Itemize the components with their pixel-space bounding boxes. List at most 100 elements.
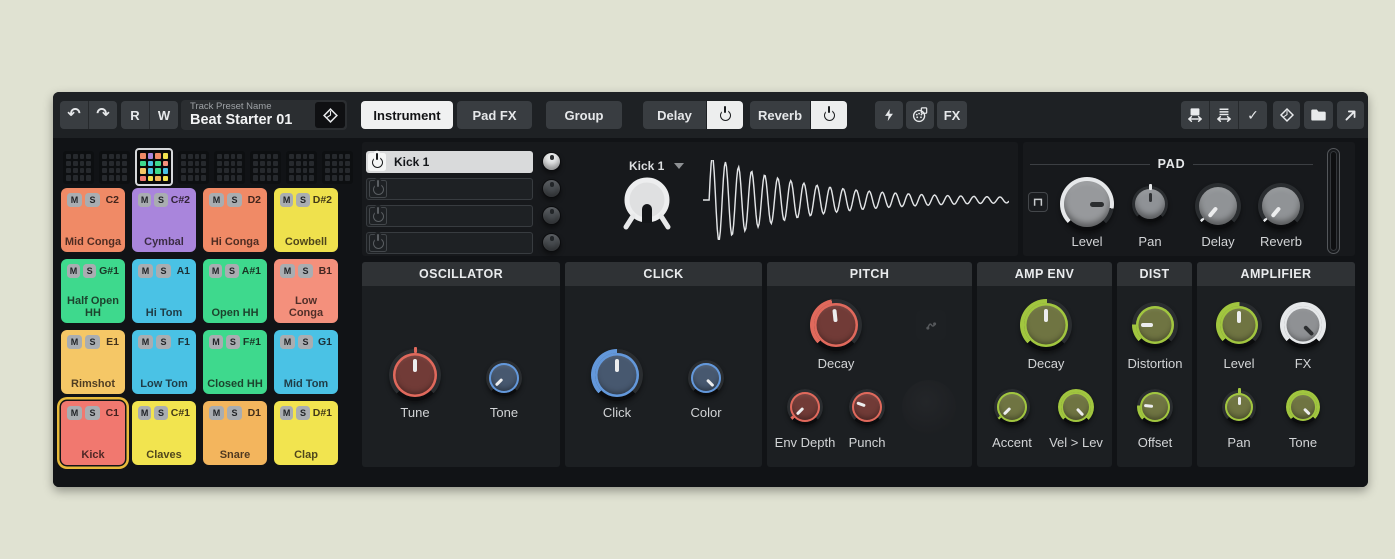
delay-power-toggle[interactable] xyxy=(707,101,743,129)
mute-button[interactable]: M xyxy=(280,335,295,349)
tab-delay[interactable]: Delay xyxy=(643,101,706,129)
tune-knob[interactable] xyxy=(389,347,441,401)
slot-power-toggle[interactable] xyxy=(369,234,387,252)
pad-bank-1[interactable] xyxy=(63,150,94,184)
list-width-button[interactable] xyxy=(1210,101,1238,129)
solo-button[interactable]: S xyxy=(225,264,239,278)
amp-fx-knob[interactable] xyxy=(1280,302,1326,348)
pad-snare[interactable]: M S D1 Snare xyxy=(203,401,267,465)
midi-routing-button[interactable] xyxy=(906,101,934,129)
amp-level-knob[interactable] xyxy=(1216,302,1262,348)
solo-button[interactable]: S xyxy=(154,193,168,207)
pad-bank-4[interactable] xyxy=(178,150,209,184)
pad-bank-3-selected[interactable] xyxy=(135,148,173,186)
amp-pan-knob[interactable] xyxy=(1222,388,1256,424)
preset-save-button[interactable] xyxy=(315,102,345,128)
pad-width-button[interactable] xyxy=(1181,101,1209,129)
pad-claves[interactable]: M S C#1 Claves xyxy=(132,401,196,465)
reverb-power-toggle[interactable] xyxy=(811,101,847,129)
mute-button[interactable]: M xyxy=(138,335,153,349)
scrollbar[interactable] xyxy=(1327,148,1340,254)
pitch-decay-knob[interactable] xyxy=(810,299,862,351)
tone-knob[interactable] xyxy=(486,360,522,396)
punch-knob[interactable] xyxy=(849,389,885,425)
device-slot-2[interactable] xyxy=(366,178,533,200)
pad-low-conga[interactable]: M S B1 Low Conga xyxy=(274,259,338,323)
mute-button[interactable]: M xyxy=(280,406,294,420)
click-knob[interactable] xyxy=(591,349,643,401)
device-slot-3[interactable] xyxy=(366,205,533,227)
device-slot-4[interactable] xyxy=(366,232,533,254)
pitch-mod-icon[interactable] xyxy=(916,310,946,340)
pad-delay-send-knob[interactable] xyxy=(1195,183,1241,229)
mute-button[interactable]: M xyxy=(138,264,153,278)
pad-open-hh[interactable]: M S A#1 Open HH xyxy=(203,259,267,323)
pop-out-button[interactable] xyxy=(1337,101,1364,129)
solo-button[interactable]: S xyxy=(83,264,97,278)
pad-rimshot[interactable]: M S E1 Rimshot xyxy=(61,330,125,394)
env-depth-knob[interactable] xyxy=(787,389,823,425)
slot-power-toggle[interactable] xyxy=(368,153,386,171)
accent-knob[interactable] xyxy=(994,389,1030,425)
mute-button[interactable]: M xyxy=(209,193,224,207)
slot-4-level-knob[interactable] xyxy=(542,233,561,252)
distortion-knob[interactable] xyxy=(1132,302,1178,348)
pad-kick-selected[interactable]: M S C1 Kick xyxy=(61,401,125,465)
mute-button[interactable]: M xyxy=(67,406,82,420)
solo-button[interactable]: S xyxy=(85,406,100,420)
mute-button[interactable]: M xyxy=(209,335,223,349)
automation-write-button[interactable]: W xyxy=(150,101,178,129)
pad-hi-tom[interactable]: M S A1 Hi Tom xyxy=(132,259,196,323)
solo-button[interactable]: S xyxy=(227,406,242,420)
pad-reverb-send-knob[interactable] xyxy=(1258,183,1304,229)
mute-button[interactable]: M xyxy=(67,264,81,278)
pad-closed-hh[interactable]: M S F#1 Closed HH xyxy=(203,330,267,394)
solo-button[interactable]: S xyxy=(298,264,313,278)
tab-reverb[interactable]: Reverb xyxy=(750,101,810,129)
track-preset-field[interactable]: Track Preset Name Beat Starter 01 xyxy=(181,100,347,130)
solo-button[interactable]: S xyxy=(296,406,310,420)
tab-pad-fx[interactable]: Pad FX xyxy=(457,101,532,129)
pad-level-knob[interactable] xyxy=(1060,177,1114,231)
solo-button[interactable]: S xyxy=(85,335,100,349)
tab-instrument[interactable]: Instrument xyxy=(361,101,453,129)
browse-button[interactable] xyxy=(1304,101,1333,129)
slot-power-toggle[interactable] xyxy=(369,207,387,225)
pad-half-open-hh[interactable]: M S G#1 Half Open HH xyxy=(61,259,125,323)
pad-low-tom[interactable]: M S F1 Low Tom xyxy=(132,330,196,394)
pad-cowbell[interactable]: M S D#2 Cowbell xyxy=(274,188,338,252)
solo-button[interactable]: S xyxy=(154,406,168,420)
quick-action-button[interactable] xyxy=(875,101,903,129)
choke-button[interactable] xyxy=(1028,192,1048,212)
solo-button[interactable]: S xyxy=(225,335,240,349)
mute-button[interactable]: M xyxy=(138,406,152,420)
mute-button[interactable]: M xyxy=(209,264,223,278)
solo-button[interactable]: S xyxy=(296,193,310,207)
solo-button[interactable]: S xyxy=(156,264,171,278)
pad-hi-conga[interactable]: M S D2 Hi Conga xyxy=(203,188,267,252)
redo-button[interactable]: ↷ xyxy=(89,101,117,129)
preset-diamond-button[interactable] xyxy=(1273,101,1300,129)
solo-button[interactable]: S xyxy=(298,335,313,349)
vel-lev-knob[interactable] xyxy=(1058,389,1094,425)
mute-button[interactable]: M xyxy=(280,193,294,207)
solo-button[interactable]: S xyxy=(156,335,171,349)
pad-mid-tom[interactable]: M S G1 Mid Tom xyxy=(274,330,338,394)
macro-knob-icon[interactable] xyxy=(617,171,677,237)
slot-1-level-knob[interactable] xyxy=(542,152,561,171)
pad-bank-7[interactable] xyxy=(286,150,317,184)
mute-button[interactable]: M xyxy=(280,264,295,278)
pad-cymbal[interactable]: M S C#2 Cymbal xyxy=(132,188,196,252)
device-slot-1[interactable]: Kick 1 xyxy=(366,151,533,173)
tab-group[interactable]: Group xyxy=(546,101,622,129)
slot-2-level-knob[interactable] xyxy=(542,179,561,198)
pad-mid-conga[interactable]: M S C2 Mid Conga xyxy=(61,188,125,252)
offset-knob[interactable] xyxy=(1137,389,1173,425)
automation-read-button[interactable]: R xyxy=(121,101,149,129)
slot-3-level-knob[interactable] xyxy=(542,206,561,225)
mute-button[interactable]: M xyxy=(67,335,82,349)
solo-button[interactable]: S xyxy=(227,193,242,207)
solo-button[interactable]: S xyxy=(85,193,100,207)
mute-button[interactable]: M xyxy=(209,406,224,420)
amp-tone-knob[interactable] xyxy=(1286,390,1320,424)
